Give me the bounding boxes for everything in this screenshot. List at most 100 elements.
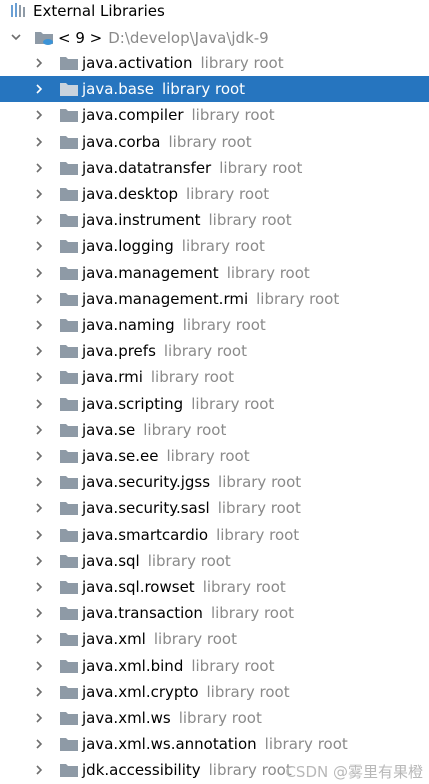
- tree-item-java-sql-rowset[interactable]: java.sql.rowset library root: [0, 574, 429, 600]
- module-name: java.xml.crypto: [82, 682, 199, 701]
- chevron-right-icon[interactable]: [32, 161, 46, 175]
- chevron-right-icon[interactable]: [32, 763, 46, 777]
- tree-item-java-xml[interactable]: java.xml library root: [0, 626, 429, 652]
- tree-item-java-se[interactable]: java.se library root: [0, 417, 429, 443]
- library-root-hint: library root: [210, 604, 295, 623]
- chevron-right-icon[interactable]: [32, 187, 46, 201]
- tree-item-label: java.smartcardio library root: [82, 525, 299, 545]
- module-name: java.transaction: [82, 604, 203, 623]
- chevron-right-icon[interactable]: [32, 737, 46, 751]
- tree-item-java-xml-bind[interactable]: java.xml.bind library root: [0, 653, 429, 679]
- tree-item-java-xml-crypto[interactable]: java.xml.crypto library root: [0, 679, 429, 705]
- external-libraries-row[interactable]: External Libraries: [0, 0, 429, 24]
- tree-item-label: java.xml.bind library root: [82, 656, 274, 676]
- module-name: java.se.ee: [82, 447, 159, 465]
- module-name: jdk.accessibility: [82, 761, 201, 780]
- sdk-row[interactable]: < 9 > D:\develop\Java\jdk-9: [0, 24, 429, 50]
- chevron-right-icon[interactable]: [32, 344, 46, 358]
- chevron-right-icon[interactable]: [32, 632, 46, 646]
- tree-item-java-xml-ws-annotation[interactable]: java.xml.ws.annotation library root: [0, 731, 429, 757]
- tree-item-java-management-rmi[interactable]: java.management.rmi library root: [0, 286, 429, 312]
- package-folder-icon: [59, 159, 79, 177]
- package-folder-icon: [59, 552, 79, 570]
- tree-item-java-rmi[interactable]: java.rmi library root: [0, 364, 429, 390]
- chevron-right-icon[interactable]: [32, 475, 46, 489]
- chevron-right-icon[interactable]: [32, 528, 46, 542]
- tree-item-label: java.rmi library root: [82, 367, 234, 387]
- chevron-right-icon[interactable]: [32, 659, 46, 673]
- tree-item-java-se-ee[interactable]: java.se.ee library root: [0, 443, 429, 469]
- tree-item-java-sql[interactable]: java.sql library root: [0, 548, 429, 574]
- chevron-right-icon[interactable]: [32, 580, 46, 594]
- chevron-right-icon[interactable]: [32, 292, 46, 306]
- tree-item-label: java.xml.ws library root: [82, 708, 262, 728]
- chevron-right-icon[interactable]: [32, 554, 46, 568]
- package-folder-icon: [59, 604, 79, 622]
- tree-item-label: java.security.sasl library root: [82, 498, 301, 518]
- library-root-hint: library root: [256, 289, 340, 308]
- package-folder-icon: [59, 499, 79, 517]
- tree-item-label: java.desktop library root: [82, 184, 269, 204]
- sdk-name: < 9 >: [58, 29, 103, 47]
- tree-item-java-xml-ws[interactable]: java.xml.ws library root: [0, 705, 429, 731]
- tree-item-java-security-jgss[interactable]: java.security.jgss library root: [0, 469, 429, 495]
- chevron-down-icon[interactable]: [9, 30, 23, 44]
- chevron-right-icon[interactable]: [32, 266, 46, 280]
- chevron-right-icon[interactable]: [32, 56, 46, 70]
- tree-item-java-logging[interactable]: java.logging library root: [0, 233, 429, 259]
- chevron-right-icon[interactable]: [32, 449, 46, 463]
- tree-item-java-scripting[interactable]: java.scripting library root: [0, 391, 429, 417]
- library-root-hint: library root: [186, 185, 270, 203]
- tree-item-java-naming[interactable]: java.naming library root: [0, 312, 429, 338]
- chevron-right-icon[interactable]: [32, 370, 46, 384]
- tree-item-java-transaction[interactable]: java.transaction library root: [0, 600, 429, 626]
- chevron-right-icon[interactable]: [32, 606, 46, 620]
- chevron-right-icon[interactable]: [32, 213, 46, 227]
- tree-item-java-instrument[interactable]: java.instrument library root: [0, 207, 429, 233]
- tree-item-label: java.sql.rowset library root: [82, 577, 286, 597]
- tree-item-java-corba[interactable]: java.corba library root: [0, 129, 429, 155]
- chevron-right-icon[interactable]: [32, 397, 46, 411]
- external-libraries-label: External Libraries: [33, 2, 165, 20]
- tree-item-java-prefs[interactable]: java.prefs library root: [0, 338, 429, 364]
- library-root-hint: library root: [161, 80, 246, 99]
- library-root-hint: library root: [181, 237, 265, 256]
- tree-item-java-activation[interactable]: java.activation library root: [0, 50, 429, 76]
- library-root-hint: library root: [147, 551, 231, 570]
- library-root-hint: library root: [219, 158, 303, 177]
- library-root-hint: library root: [191, 394, 275, 413]
- package-folder-icon: [59, 709, 79, 727]
- tree-item-java-smartcardio[interactable]: java.smartcardio library root: [0, 522, 429, 548]
- tree-item-java-management[interactable]: java.management library root: [0, 260, 429, 286]
- module-name: java.xml: [82, 630, 146, 649]
- package-folder-icon: [59, 133, 79, 151]
- sdk-folder-icon: [34, 29, 56, 47]
- tree-item-label: java.instrument library root: [82, 210, 292, 230]
- chevron-right-icon[interactable]: [32, 318, 46, 332]
- tree-item-java-desktop[interactable]: java.desktop library root: [0, 181, 429, 207]
- chevron-right-icon[interactable]: [32, 711, 46, 725]
- library-root-hint: library root: [226, 263, 310, 282]
- tree-item-java-base[interactable]: java.base library root: [0, 76, 429, 103]
- package-folder-icon: [59, 185, 79, 203]
- chevron-right-icon[interactable]: [32, 685, 46, 699]
- chevron-right-icon[interactable]: [32, 108, 46, 122]
- module-name: java.prefs: [82, 342, 156, 361]
- tree-item-java-compiler[interactable]: java.compiler library root: [0, 102, 429, 128]
- tree-item-label: java.sql library root: [82, 551, 231, 571]
- module-name: java.activation: [82, 54, 193, 72]
- chevron-right-icon[interactable]: [32, 501, 46, 515]
- library-root-hint: library root: [264, 735, 348, 754]
- package-folder-icon: [59, 395, 79, 413]
- tree-item-java-datatransfer[interactable]: java.datatransfer library root: [0, 155, 429, 181]
- library-root-hint: library root: [206, 682, 290, 701]
- module-name: java.management: [82, 263, 219, 282]
- module-name: java.base: [82, 80, 154, 99]
- tree-item-label: java.prefs library root: [82, 341, 247, 361]
- tree-item-java-security-sasl[interactable]: java.security.sasl library root: [0, 495, 429, 521]
- chevron-right-icon[interactable]: [32, 423, 46, 437]
- chevron-right-icon[interactable]: [32, 135, 46, 149]
- library-root-hint: library root: [200, 54, 284, 72]
- chevron-right-icon[interactable]: [32, 239, 46, 253]
- chevron-right-icon[interactable]: [32, 82, 46, 96]
